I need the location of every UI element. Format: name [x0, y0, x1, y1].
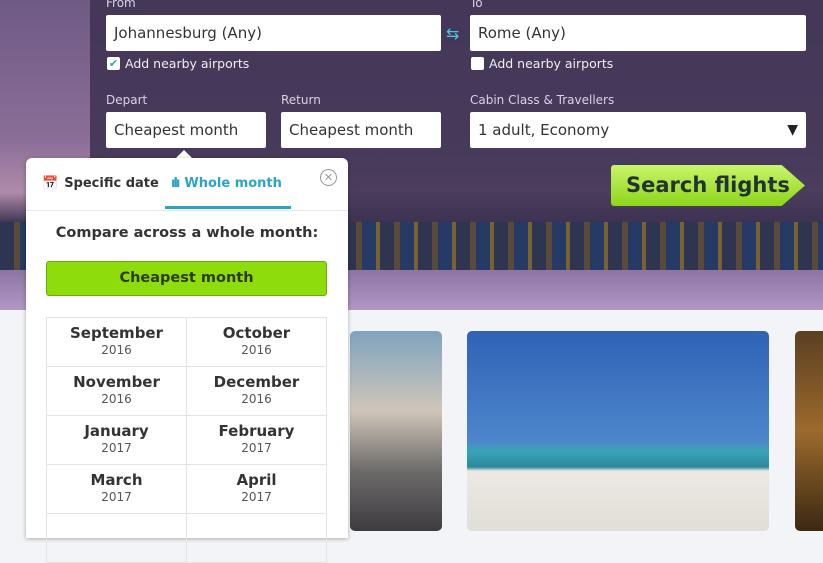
month-grid: September 2016 October 2016 November 2016 D…: [46, 317, 327, 563]
month-year: 2017: [101, 490, 132, 504]
month-year: 2016: [241, 343, 272, 357]
cheapest-month-button[interactable]: Cheapest month: [46, 261, 327, 296]
month-year: 2016: [101, 392, 132, 406]
month-name: October: [222, 324, 291, 342]
active-tab-indicator: [165, 206, 291, 209]
to-nearby-checkbox[interactable]: Add nearby airports: [471, 56, 613, 71]
month-name: February: [218, 422, 295, 440]
return-input[interactable]: Cheapest month: [281, 112, 441, 148]
from-input[interactable]: Johannesburg (Any): [106, 15, 441, 51]
depart-label: Depart: [106, 93, 148, 107]
bar-chart-icon: ılı: [171, 176, 180, 191]
destination-card-beach[interactable]: [467, 331, 769, 531]
destination-card-night[interactable]: [795, 331, 823, 531]
cabin-select[interactable]: 1 adult, Economy ▼: [470, 112, 806, 148]
tab-divider: [26, 210, 348, 211]
month-option[interactable]: November 2016: [47, 367, 187, 416]
swap-icon[interactable]: ⇆: [446, 24, 459, 43]
month-year: 2016: [241, 392, 272, 406]
popup-pointer: [176, 150, 192, 158]
calendar-icon: 📅: [42, 176, 59, 191]
checkbox-checked-icon[interactable]: ✔: [107, 57, 120, 70]
month-name: January: [84, 422, 149, 440]
to-label: To: [470, 0, 483, 10]
tab-specific-date-label: Specific date: [64, 176, 159, 191]
date-picker-popup: 📅 Specific date ılı Whole month ✕ Compar…: [26, 158, 348, 563]
return-label: Return: [281, 93, 321, 107]
cabin-label: Cabin Class & Travellers: [470, 93, 615, 107]
from-nearby-label: Add nearby airports: [125, 56, 250, 71]
destination-card-city[interactable]: [350, 331, 442, 531]
dropdown-arrow-icon[interactable]: ▼: [787, 112, 798, 148]
month-option[interactable]: [187, 514, 327, 563]
month-year: 2017: [101, 441, 132, 455]
month-option[interactable]: February 2017: [187, 416, 327, 465]
tab-whole-month[interactable]: ılı Whole month: [171, 176, 282, 191]
from-nearby-checkbox[interactable]: ✔ Add nearby airports: [107, 56, 249, 71]
month-option[interactable]: [47, 514, 187, 563]
close-icon[interactable]: ✕: [320, 169, 337, 186]
to-input[interactable]: Rome (Any): [470, 15, 806, 51]
month-option[interactable]: January 2017: [47, 416, 187, 465]
month-option[interactable]: March 2017: [47, 465, 187, 514]
month-year: 2017: [241, 490, 272, 504]
month-name: December: [213, 373, 300, 391]
month-option[interactable]: October 2016: [187, 318, 327, 367]
compare-heading: Compare across a whole month:: [55, 225, 319, 241]
month-name: March: [90, 471, 143, 489]
month-option[interactable]: September 2016: [47, 318, 187, 367]
tab-specific-date[interactable]: 📅 Specific date: [42, 176, 159, 191]
month-year: 2017: [241, 441, 272, 455]
month-option[interactable]: December 2016: [187, 367, 327, 416]
month-name: November: [73, 373, 160, 391]
search-flights-button[interactable]: Search flights: [611, 165, 805, 206]
from-label: From: [106, 0, 136, 10]
to-nearby-label: Add nearby airports: [489, 56, 614, 71]
month-name: April: [236, 471, 277, 489]
depart-input[interactable]: Cheapest month: [106, 112, 266, 148]
month-year: 2016: [101, 343, 132, 357]
month-name: September: [70, 324, 163, 342]
tab-whole-month-label: Whole month: [184, 176, 282, 191]
month-option[interactable]: April 2017: [187, 465, 327, 514]
checkbox-unchecked-icon[interactable]: [471, 57, 484, 70]
cabin-value: 1 adult, Economy: [478, 121, 610, 139]
